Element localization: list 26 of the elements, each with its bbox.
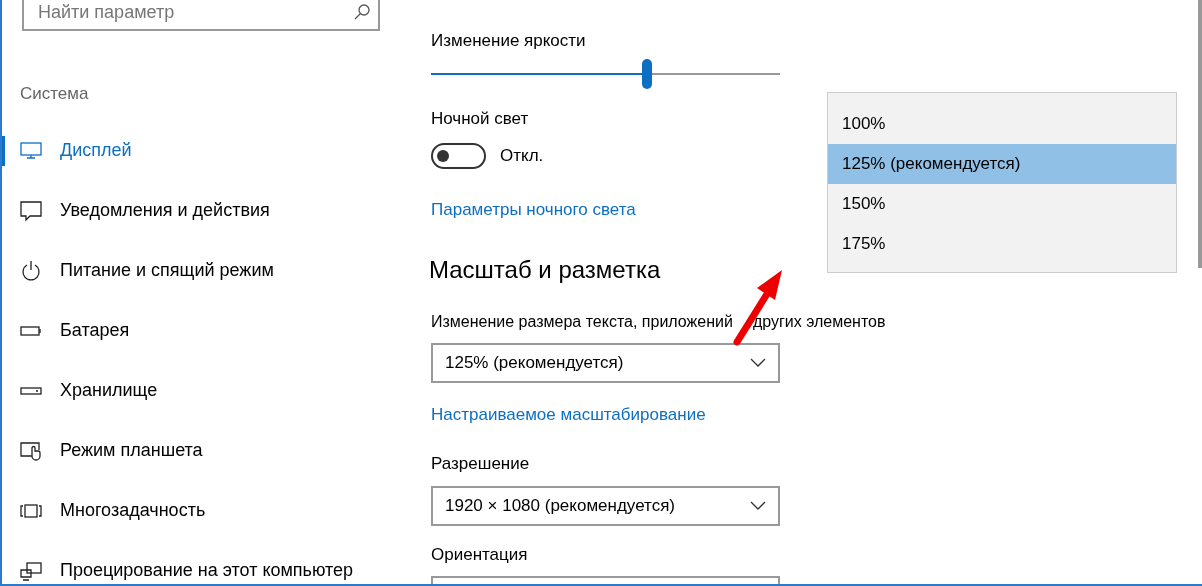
night-light-label: Ночной свет	[431, 107, 529, 130]
resolution-dropdown[interactable]: 1920 × 1080 (рекомендуется)	[431, 485, 780, 526]
custom-scaling-link[interactable]: Настраиваемое масштабирование	[431, 401, 706, 427]
menu-item[interactable]: 100%	[828, 104, 1176, 144]
menu-item[interactable]: 125% (рекомендуется)	[828, 144, 1176, 184]
scale-label-continuation: других элементов	[752, 311, 886, 332]
night-light-settings-link[interactable]: Параметры ночного света	[431, 197, 636, 223]
scale-dropdown[interactable]: 125% (рекомендуется)	[431, 342, 780, 383]
sidebar-item[interactable]: Проецирование на этот компьютер	[2, 540, 400, 584]
sidebar-item[interactable]: Уведомления и действия	[2, 180, 400, 241]
sidebar-item[interactable]: Дисплей	[2, 120, 400, 181]
sidebar-item[interactable]: Батарея	[2, 300, 400, 361]
menu-item[interactable]: 150%	[828, 184, 1176, 224]
menu-item[interactable]: 175%	[828, 224, 1176, 264]
scale-label: Изменение размера текста, приложений	[431, 311, 733, 332]
resolution-label: Разрешение	[431, 453, 530, 475]
sidebar-item[interactable]: Режим планшета	[2, 420, 400, 481]
orientation-label: Ориентация	[431, 543, 528, 566]
search-field[interactable]: Найти параметр	[22, 0, 380, 31]
toggle-state: Откл.	[500, 145, 544, 168]
sidebar-item[interactable]: Питание и спящий режим	[2, 240, 400, 301]
brightness-label: Изменение яркости	[431, 30, 586, 52]
sidebar-item[interactable]: Многозадачность	[2, 480, 400, 541]
section-title: Масштаб и разметка	[429, 254, 661, 285]
sidebar-item[interactable]: Хранилище	[2, 360, 400, 421]
section-heading: Система	[20, 83, 90, 105]
